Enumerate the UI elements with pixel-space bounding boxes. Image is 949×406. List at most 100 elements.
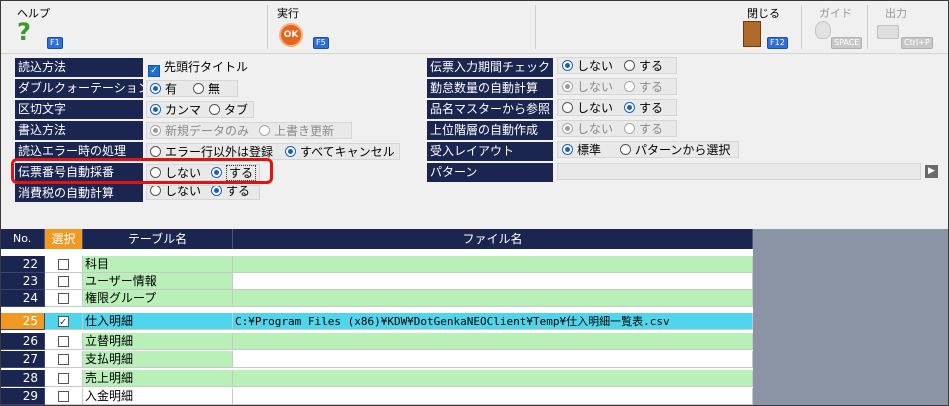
table-row[interactable]: 22 科目 (1, 256, 753, 273)
radio-parent-off[interactable]: しない (562, 121, 613, 138)
row-select-checkbox[interactable] (45, 313, 83, 330)
radio-product-off[interactable]: しない (562, 100, 613, 117)
row-select-checkbox[interactable] (45, 388, 83, 405)
close-label: 閉じる (747, 7, 780, 20)
radio-yes[interactable]: 有 (150, 81, 177, 98)
row-select-checkbox[interactable] (45, 351, 83, 368)
output-button[interactable]: 出力 Ctrl+P (871, 3, 933, 51)
highlight-box (11, 158, 273, 184)
radio-product-on[interactable]: する (624, 100, 663, 117)
row-file-name[interactable] (233, 370, 753, 387)
label-read-method: 読込方法 (15, 58, 143, 77)
label-receive-layout: 受入レイアウト (427, 142, 553, 161)
table-row[interactable]: 23 ユーザー情報 (1, 273, 753, 290)
ok-icon: OK (279, 23, 303, 47)
toolbar-divider (535, 5, 536, 49)
label-voucher-period-check: 伝票入力期間チェック (427, 58, 553, 77)
row-table-name: 入金明細 (83, 388, 233, 405)
toolbar: ヘルプ ? F1 実行 OK F5 閉じる F12 ガイド SPACE 出力 C… (1, 1, 948, 54)
guide-button[interactable]: ガイド SPACE (807, 3, 865, 51)
table-row[interactable]: 28 売上明細 (1, 370, 753, 387)
import-window: ヘルプ ? F1 実行 OK F5 閉じる F12 ガイド SPACE 出力 C… (0, 0, 949, 406)
pattern-field[interactable] (557, 163, 921, 180)
radio-tax-off[interactable]: しない (150, 186, 201, 199)
guide-label: ガイド (819, 7, 852, 20)
double-quotation-options: 有 無 (146, 80, 238, 97)
table-row[interactable]: 24 権限グループ (1, 290, 753, 307)
product-master-options: しない する (557, 99, 677, 116)
toolbar-divider (267, 5, 268, 49)
row-number: 25 (1, 313, 45, 330)
help-button[interactable]: ヘルプ ? F1 (13, 3, 73, 51)
checkbox-checked-icon: ✓ (148, 65, 160, 77)
row-table-name: 科目 (83, 256, 233, 273)
label-consumption-tax-auto: 消費税の自動計算 (15, 184, 143, 202)
radio-comma[interactable]: カンマ (150, 102, 201, 119)
row-file-name[interactable] (233, 333, 753, 350)
output-key: Ctrl+P (901, 37, 933, 49)
guide-key: SPACE (831, 37, 863, 49)
radio-overwrite[interactable]: 上書き更新 (259, 123, 334, 140)
radio-attendance-off[interactable]: しない (562, 79, 613, 96)
printer-icon (877, 25, 899, 39)
radio-period-on[interactable]: する (624, 58, 663, 75)
radio-period-off[interactable]: しない (562, 58, 613, 75)
label-parent-auto-create: 上位階層の自動作成 (427, 121, 553, 140)
radio-cancel-all[interactable]: すべてキャンセル (285, 144, 395, 161)
radio-tax-on[interactable]: する (211, 186, 250, 199)
radio-parent-on[interactable]: する (624, 121, 663, 138)
parent-create-options: しない する (557, 120, 677, 137)
row-file-name[interactable] (233, 273, 753, 290)
close-key: F12 (767, 37, 788, 49)
radio-new-only[interactable]: 新規データのみ (150, 123, 249, 140)
pattern-expand-button[interactable]: ▶ (925, 165, 938, 178)
row-file-name[interactable] (233, 351, 753, 368)
table-grid: No. 選択 テーブル名 ファイル名 22 科目 23 ユーザー情報 24 権限… (1, 229, 753, 405)
table-row[interactable]: 26 立替明細 (1, 333, 753, 350)
table-row[interactable]: 25 仕入明細 C:¥Program Files (x86)¥KDW¥DotGe… (1, 313, 753, 330)
radio-tab[interactable]: タブ (209, 102, 248, 119)
first-row-title-label: 先頭行タイトル (164, 60, 249, 74)
help-key: F1 (47, 37, 63, 49)
run-button[interactable]: 実行 OK F5 (273, 3, 337, 51)
row-table-name: 権限グループ (83, 290, 233, 307)
row-select-checkbox[interactable] (45, 273, 83, 290)
lightbulb-icon (815, 21, 831, 39)
row-table-name: 支払明細 (83, 351, 233, 368)
row-number: 26 (1, 333, 45, 350)
row-select-checkbox[interactable] (45, 370, 83, 387)
label-double-quotation: ダブルクォーテーション (15, 79, 143, 98)
toolbar-divider (801, 5, 802, 49)
radio-select-pattern[interactable]: パターンから選択 (620, 142, 730, 159)
close-button[interactable]: 閉じる F12 (737, 3, 797, 51)
label-pattern: パターン (427, 163, 553, 182)
table-row[interactable]: 29 入金明細 (1, 388, 753, 405)
first-row-title-checkbox[interactable]: ✓ 先頭行タイトル (148, 58, 248, 77)
run-label: 実行 (277, 7, 299, 20)
table-row[interactable]: 27 支払明細 (1, 351, 753, 368)
attendance-options: しない する (557, 78, 677, 95)
voucher-period-options: しない する (557, 57, 677, 74)
row-file-name[interactable]: C:¥Program Files (x86)¥KDW¥DotGenkaNEOCl… (233, 313, 753, 330)
row-file-name[interactable] (233, 256, 753, 273)
row-file-name[interactable] (233, 388, 753, 405)
radio-no[interactable]: 無 (193, 81, 220, 98)
row-number: 24 (1, 290, 45, 307)
row-select-checkbox[interactable] (45, 290, 83, 307)
header-select[interactable]: 選択 (45, 229, 83, 249)
label-product-master-ref: 品名マスターから参照 (427, 100, 553, 119)
header-file-name[interactable]: ファイル名 (233, 229, 753, 249)
question-icon: ? (17, 18, 31, 46)
row-file-name[interactable] (233, 290, 753, 307)
row-select-checkbox[interactable] (45, 256, 83, 273)
row-number: 28 (1, 370, 45, 387)
radio-attendance-on[interactable]: する (624, 79, 663, 96)
header-table-name[interactable]: テーブル名 (83, 229, 233, 249)
grid-empty-area (753, 229, 948, 405)
row-select-checkbox[interactable] (45, 333, 83, 350)
write-method-options: 新規データのみ 上書き更新 (146, 122, 352, 139)
row-number: 23 (1, 273, 45, 290)
radio-standard[interactable]: 標準 (562, 142, 601, 159)
row-table-name: 立替明細 (83, 333, 233, 350)
row-number: 29 (1, 388, 45, 405)
